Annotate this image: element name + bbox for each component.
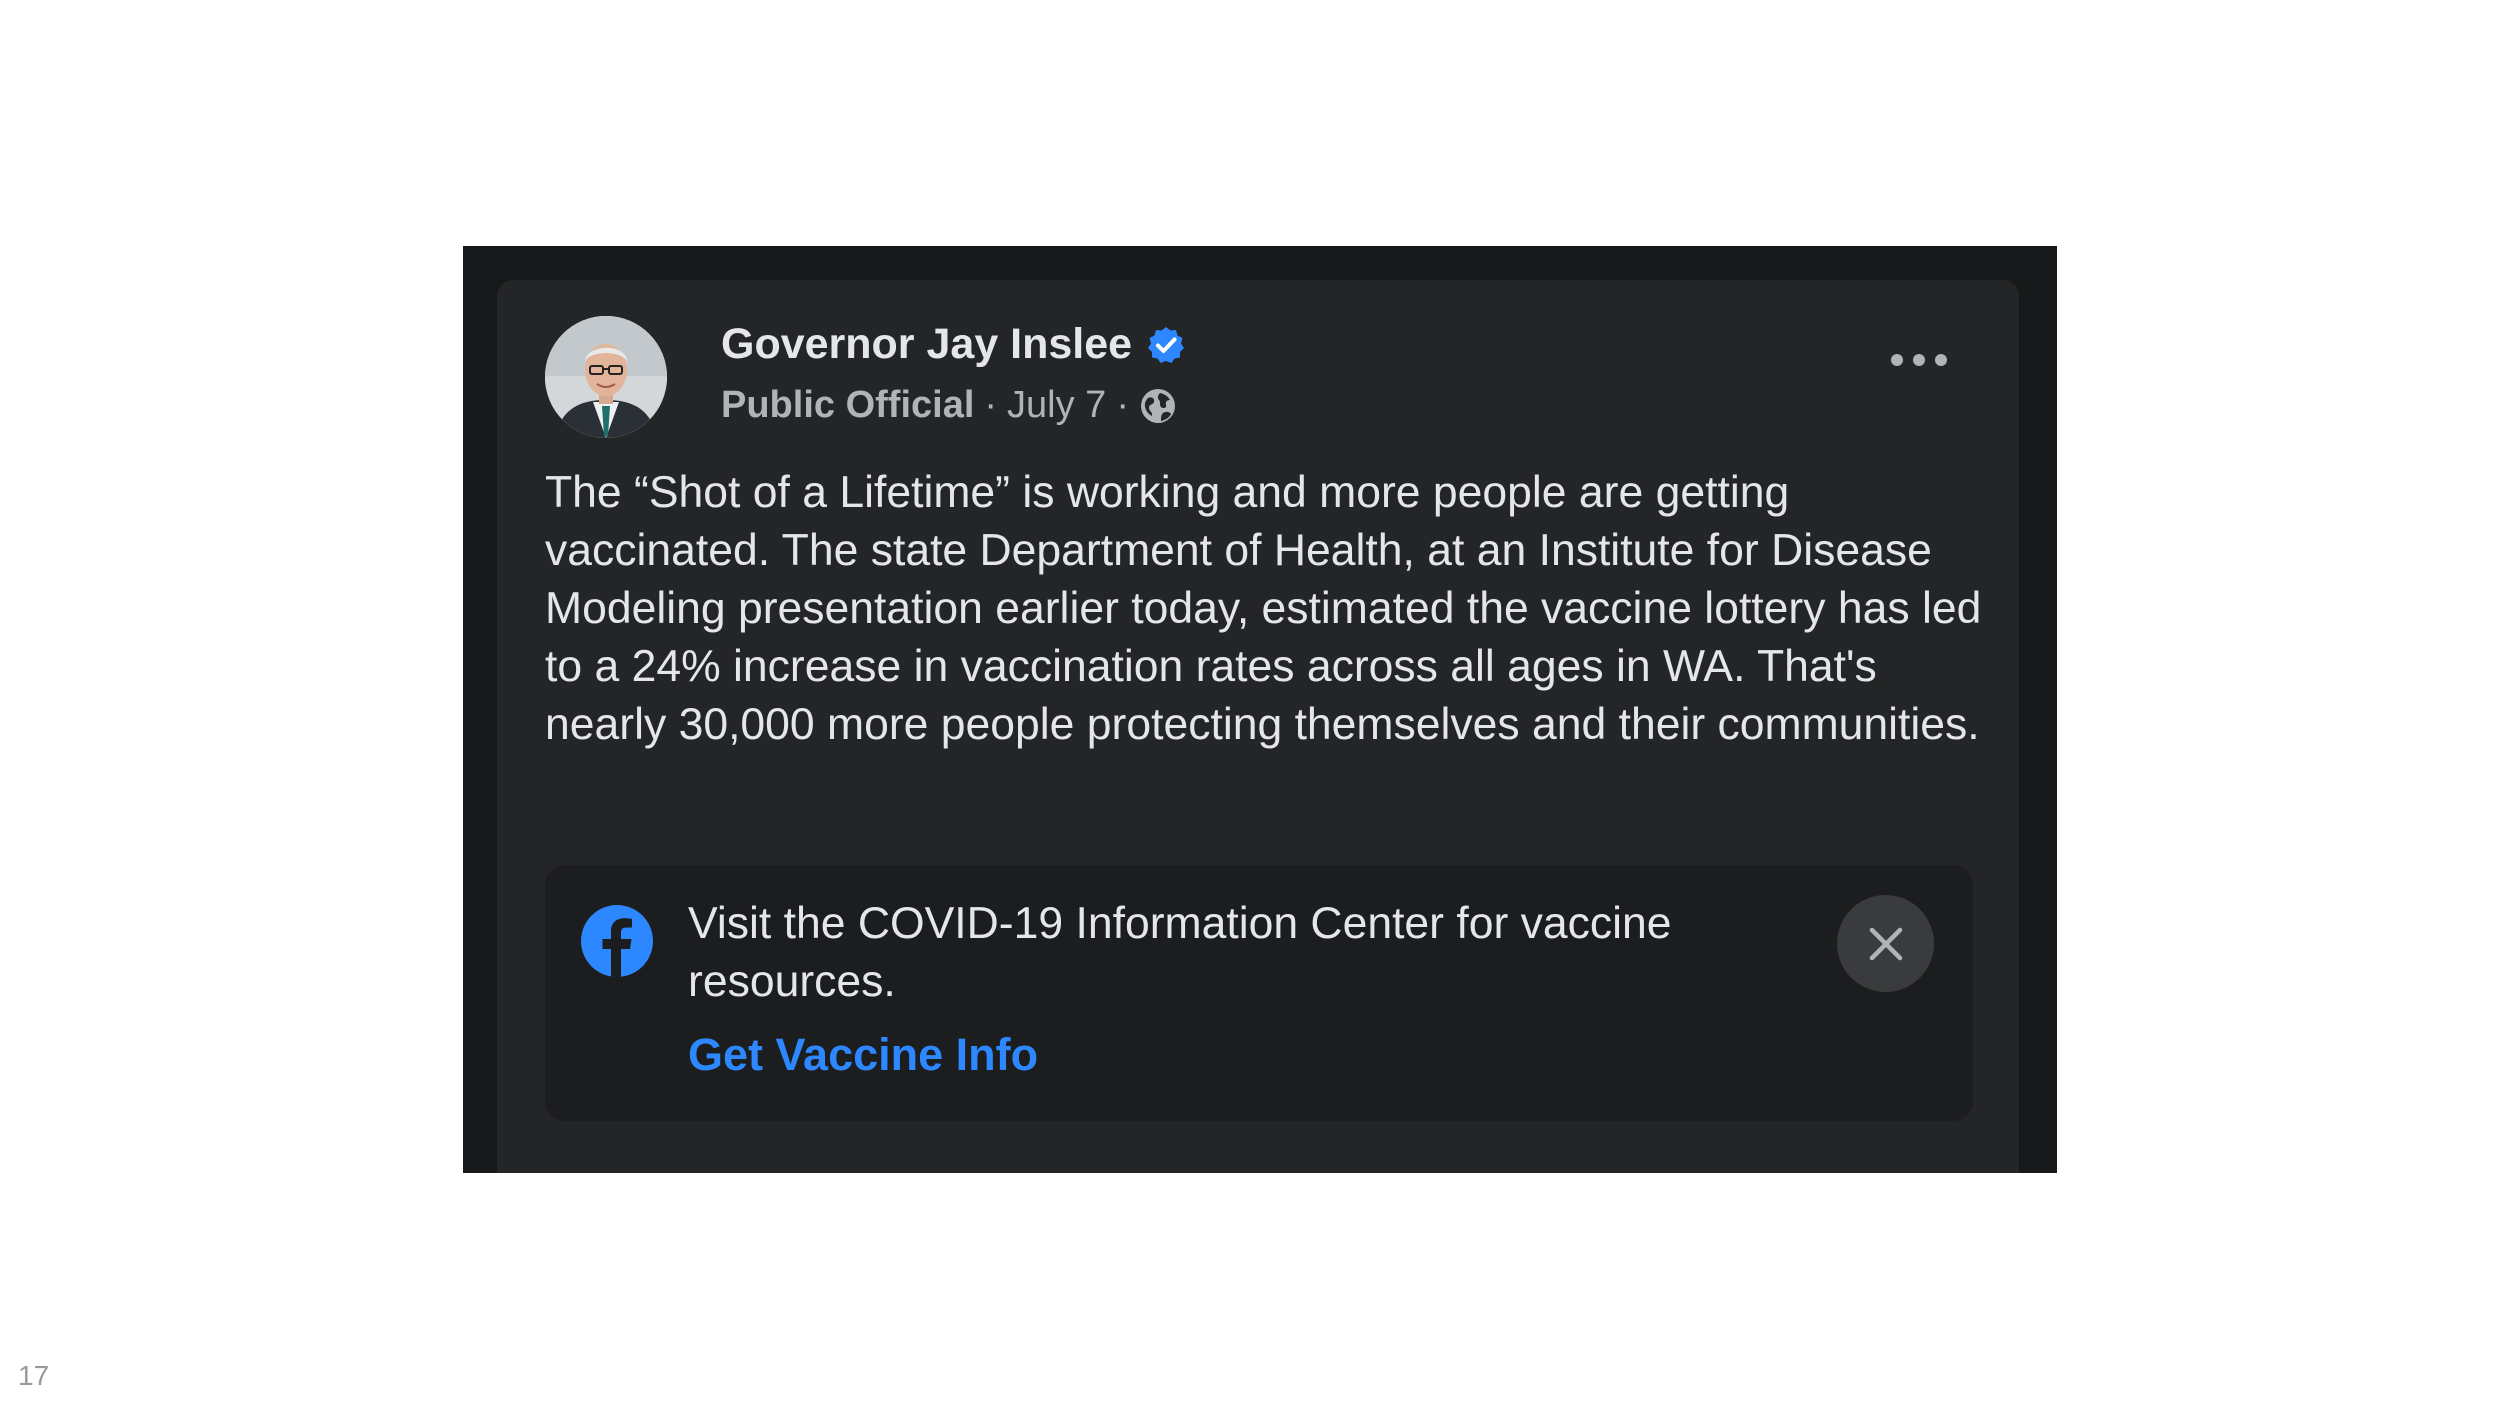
slide-number: 17	[18, 1360, 50, 1391]
covid-info-banner: Visit the COVID-19 Information Center fo…	[545, 865, 1973, 1121]
info-banner-message: Visit the COVID-19 Information Center fo…	[688, 899, 1672, 1006]
post-meta: Public Official · July 7 ·	[721, 384, 1177, 427]
menu-dot	[1891, 354, 1903, 366]
post-card: Governor Jay Inslee Public Official · Ju…	[497, 280, 2019, 1173]
author-role: Public Official	[721, 384, 975, 426]
meta-separator: ·	[984, 384, 998, 426]
meta-separator: ·	[1116, 384, 1129, 426]
more-options-icon[interactable]	[1891, 350, 1947, 370]
author-name-row: Governor Jay Inslee	[721, 320, 1186, 369]
menu-dot	[1913, 354, 1925, 366]
post-text: The “Shot of a Lifetime” is working and …	[545, 468, 1982, 749]
globe-icon[interactable]	[1139, 387, 1177, 425]
close-banner-button[interactable]	[1837, 895, 1934, 992]
post-date[interactable]: July 7	[1007, 384, 1106, 427]
get-vaccine-info-link[interactable]: Get Vaccine Info	[688, 1029, 1038, 1081]
avatar-photo	[545, 316, 667, 438]
author-avatar[interactable]	[545, 316, 667, 438]
close-icon	[1869, 927, 1902, 960]
screenshot-frame: Governor Jay Inslee Public Official · Ju…	[463, 246, 2057, 1173]
author-name[interactable]: Governor Jay Inslee	[721, 320, 1132, 369]
menu-dot	[1935, 354, 1947, 366]
verified-badge-icon	[1146, 325, 1186, 365]
facebook-logo-icon	[581, 905, 653, 977]
